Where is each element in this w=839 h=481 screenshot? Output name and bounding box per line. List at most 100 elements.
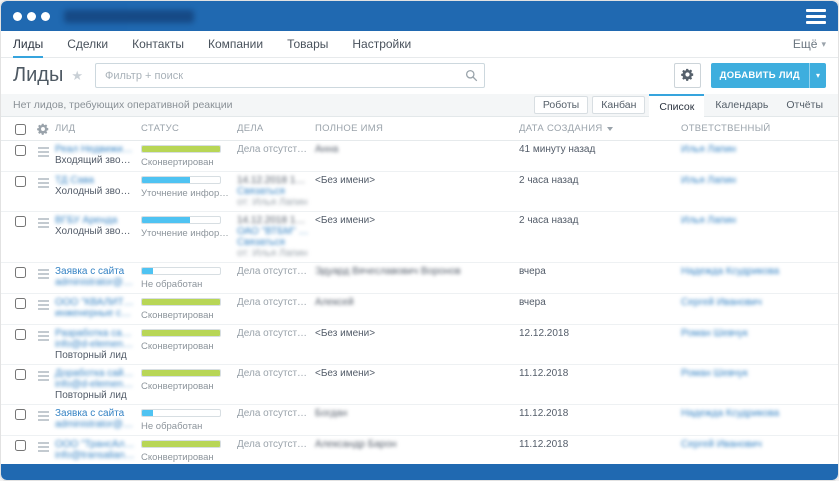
- row-menu-icon[interactable]: [37, 266, 49, 279]
- lead-link[interactable]: ТД Сава: [55, 175, 135, 186]
- app-dots-icon: [13, 11, 50, 21]
- view-tab-0[interactable]: Роботы: [533, 96, 589, 114]
- responsible-link[interactable]: Илья Лапин: [681, 215, 838, 226]
- nav-item-5[interactable]: Настройки: [352, 31, 411, 57]
- column-header-5[interactable]: ОТВЕТСТВЕННЫЙ: [681, 123, 838, 134]
- lead-link[interactable]: Заявка с сайта: [55, 266, 135, 277]
- activity-line: 14.12.2018 17:04: [237, 215, 309, 226]
- row-menu-icon[interactable]: [37, 368, 49, 381]
- row-checkbox[interactable]: [14, 440, 26, 451]
- lead-link[interactable]: administrator@d-element.ru: [55, 419, 135, 430]
- search-input[interactable]: [95, 63, 485, 88]
- activity-cell: Дела отсутствуют: [237, 297, 315, 308]
- row-checkbox[interactable]: [14, 216, 26, 227]
- table-row: ВГБУ Аренда Холодный звонок Уточнение инфо…: [1, 212, 838, 263]
- column-header-3[interactable]: ПОЛНОЕ ИМЯ: [315, 123, 519, 134]
- column-header-4[interactable]: ДАТА СОЗДАНИЯ: [519, 123, 681, 134]
- row-checkbox[interactable]: [14, 369, 26, 380]
- row-menu-icon[interactable]: [37, 408, 49, 421]
- status-fill: [142, 268, 153, 274]
- lead-link[interactable]: Разработка сайта art-bazinni.com: [55, 328, 135, 339]
- lead-link[interactable]: Доработка сайта pioness.ru: [55, 368, 135, 379]
- favorite-star-icon[interactable]: ★: [71, 68, 83, 84]
- settings-button[interactable]: [673, 63, 701, 88]
- add-lead-caret-icon[interactable]: ▾: [810, 63, 826, 88]
- row-menu-cell: [31, 408, 55, 421]
- row-menu-icon[interactable]: [37, 297, 49, 310]
- activity-cell: 14.12.2018 17:04ОАО "ВТБМ" АрендаСвязать…: [237, 215, 315, 259]
- lead-link[interactable]: инженерные системы": [55, 308, 135, 319]
- nav-item-0[interactable]: Лиды: [13, 31, 44, 58]
- status-bar: [141, 298, 221, 306]
- row-checkbox[interactable]: [14, 176, 26, 187]
- responsible-link[interactable]: Надежда Ксудрикова: [681, 266, 838, 277]
- lead-link[interactable]: ВГБУ Аренда: [55, 215, 135, 226]
- nav-more[interactable]: Ещё ▾: [793, 31, 826, 57]
- column-header-0[interactable]: ЛИД: [55, 123, 141, 134]
- column-header-2[interactable]: ДЕЛА: [237, 123, 315, 134]
- lead-link[interactable]: info@transalians.ru: [55, 450, 135, 461]
- nav-items: Лиды Сделки Контакты Компании Товары Настройк…: [13, 31, 411, 58]
- view-tab-3[interactable]: Календарь: [708, 97, 775, 113]
- lead-link[interactable]: ООО "ТрансАльянс": [55, 439, 135, 450]
- full-name: Богдан: [315, 408, 348, 419]
- status-bar: [141, 369, 221, 377]
- lead-cell: ВГБУ Аренда Холодный звонок: [55, 215, 141, 237]
- responsible-link[interactable]: Роман Шевчук: [681, 368, 838, 379]
- responsible-link[interactable]: Илья Лапин: [681, 144, 838, 155]
- responsible-link[interactable]: Илья Лапин: [681, 175, 838, 186]
- row-checkbox[interactable]: [14, 329, 26, 340]
- gear-icon: [680, 68, 694, 84]
- row-menu-icon[interactable]: [37, 175, 49, 188]
- status-cell: Сконвертирован: [141, 368, 237, 392]
- row-menu-cell: [31, 175, 55, 188]
- table-row: Доработка сайта pioness.ruinfo@d-element…: [1, 365, 838, 405]
- full-name-cell: <Без имени>: [315, 328, 519, 339]
- responsible-link[interactable]: Сергей Иванович: [681, 439, 838, 450]
- nav-item-1[interactable]: Сделки: [67, 31, 108, 57]
- lead-link[interactable]: administrator@d-element.tu: [55, 277, 135, 288]
- full-name: <Без имени>: [315, 328, 376, 339]
- chevron-down-icon: ▾: [821, 38, 826, 49]
- view-tab-4[interactable]: Отчёты: [779, 97, 830, 113]
- nav-item-4[interactable]: Товары: [287, 31, 328, 57]
- nav-item-2[interactable]: Контакты: [132, 31, 184, 57]
- activity-line[interactable]: ОАО "ВТБМ" Аренда: [237, 226, 309, 237]
- row-checkbox[interactable]: [14, 145, 26, 156]
- lead-link[interactable]: info@d-element.ru: [55, 379, 135, 390]
- row-menu-icon[interactable]: [37, 144, 49, 157]
- search-icon[interactable]: [465, 69, 478, 87]
- row-menu-icon[interactable]: [37, 439, 49, 452]
- status-label: Уточнение информации: [141, 228, 229, 239]
- row-menu-cell: [31, 368, 55, 381]
- status-bar: [141, 329, 221, 337]
- row-checkbox[interactable]: [14, 409, 26, 420]
- row-menu-icon[interactable]: [37, 328, 49, 341]
- view-tab-1[interactable]: Канбан: [592, 96, 646, 114]
- select-all-checkbox[interactable]: [14, 123, 26, 135]
- created-cell: 11.12.2018: [519, 408, 681, 419]
- filter-search: [95, 63, 485, 88]
- lead-link[interactable]: info@d-element.ru: [55, 339, 135, 350]
- view-tab-2[interactable]: Список: [649, 94, 705, 117]
- row-checkbox[interactable]: [14, 298, 26, 309]
- responsible-link[interactable]: Сергей Иванович: [681, 297, 838, 308]
- row-checkbox[interactable]: [14, 267, 26, 278]
- row-menu-cell: [31, 328, 55, 341]
- lead-link[interactable]: Реал Недвижимость: [55, 144, 135, 155]
- hamburger-menu-icon[interactable]: [806, 8, 826, 24]
- column-header-1[interactable]: СТАТУС: [141, 123, 237, 134]
- add-lead-button[interactable]: ДОБАВИТЬ ЛИД ▾: [710, 63, 826, 88]
- activity-line[interactable]: Связаться: [237, 237, 309, 248]
- full-name: <Без имени>: [315, 368, 376, 379]
- activity-line[interactable]: Связаться: [237, 186, 309, 197]
- activity-line: Дела отсутствуют: [237, 439, 309, 450]
- responsible-link[interactable]: Роман Шевчук: [681, 328, 838, 339]
- row-menu-icon[interactable]: [37, 215, 49, 228]
- lead-link[interactable]: Заявка с сайта: [55, 408, 135, 419]
- activity-cell: Дела отсутствуют: [237, 328, 315, 339]
- columns-gear-icon[interactable]: [37, 123, 49, 135]
- nav-item-3[interactable]: Компании: [208, 31, 263, 57]
- responsible-link[interactable]: Надежда Ксудрикова: [681, 408, 838, 419]
- lead-link[interactable]: ООО "КВАЛИТЕТ —: [55, 297, 135, 308]
